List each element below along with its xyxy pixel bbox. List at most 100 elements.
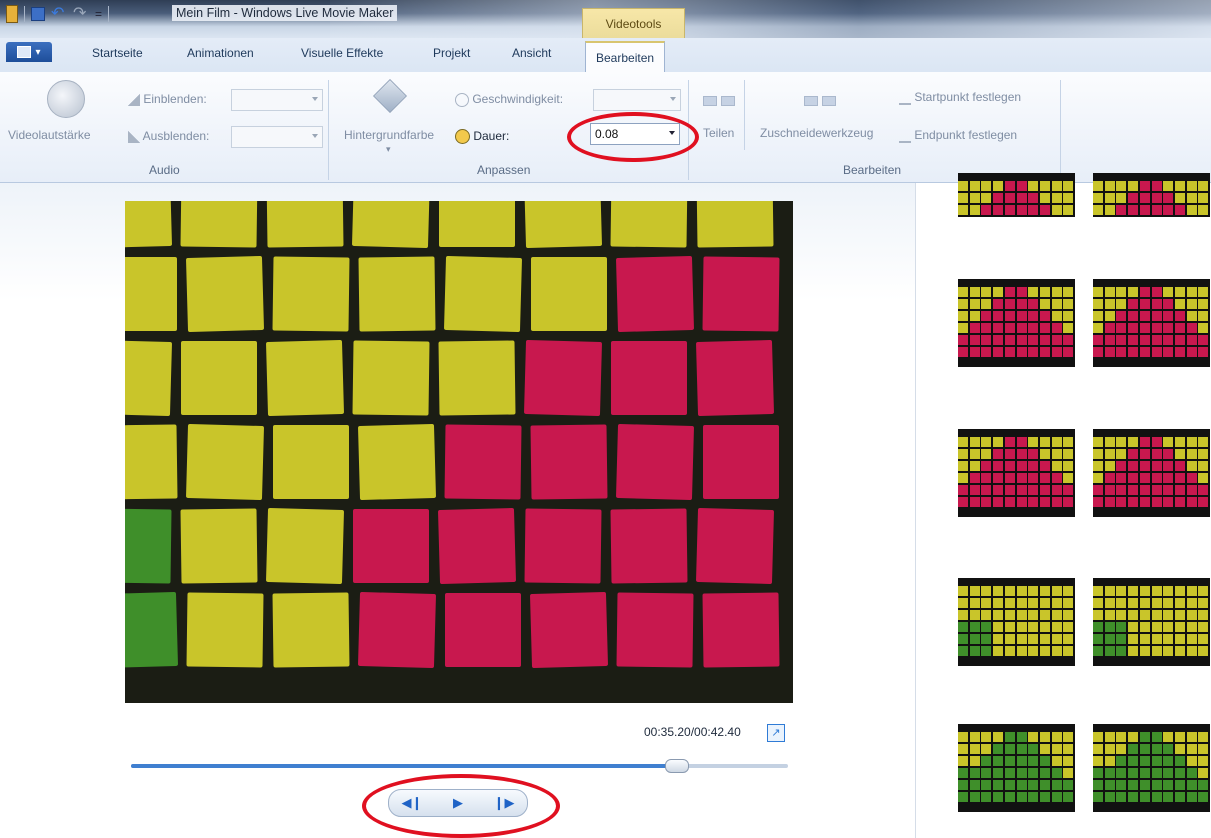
thumbnail-tile: [1174, 461, 1185, 471]
thumbnail-tile: [1116, 347, 1127, 357]
expand-icon[interactable]: ↗: [767, 724, 785, 742]
fade-out-dropdown[interactable]: [231, 126, 323, 148]
thumbnail-tile: [1104, 598, 1115, 608]
thumbnail-tile: [1039, 193, 1050, 203]
thumbnail-tile: [993, 287, 1004, 297]
storyboard-thumbnail[interactable]: [958, 429, 1075, 517]
thumbnail-tile: [993, 449, 1004, 459]
thumbnail-tile: [1198, 634, 1209, 644]
thumbnail-tile: [1093, 335, 1103, 345]
fade-in-label: Einblenden:: [128, 92, 207, 106]
thumbnail-tile: [1104, 732, 1115, 742]
thumbnail-tile: [1163, 299, 1174, 309]
thumbnail-tile: [1051, 473, 1062, 483]
thumbnail-tile: [1139, 622, 1150, 632]
thumbnail-tile: [1116, 311, 1127, 321]
set-start-point-button[interactable]: Startpunkt festlegen: [899, 90, 1021, 105]
thumbnail-tile: [1174, 473, 1185, 483]
thumbnail-tile: [1198, 485, 1209, 495]
trim-tool-button[interactable]: Zuschneidewerkzeug: [760, 126, 873, 140]
storyboard-thumbnail[interactable]: [958, 279, 1075, 367]
thumbnail-tile: [1174, 792, 1185, 802]
thumbnail-tile: [1016, 610, 1027, 620]
group-label-bearbeiten: Bearbeiten: [843, 163, 902, 177]
thumbnail-tile: [1139, 485, 1150, 495]
tab-bearbeiten[interactable]: Bearbeiten: [585, 41, 666, 74]
thumbnail-tile: [1104, 449, 1115, 459]
speaker-icon[interactable]: [47, 80, 85, 118]
video-preview[interactable]: [125, 201, 793, 703]
thumbnail-tile: [1151, 622, 1162, 632]
tab-animationen[interactable]: Animationen: [187, 46, 254, 60]
thumbnail-tile: [1163, 646, 1174, 656]
thumbnail-tile: [1116, 780, 1127, 790]
thumbnail-tile: [1039, 756, 1050, 766]
thumbnail-tile: [1051, 347, 1062, 357]
storyboard-thumbnail[interactable]: [958, 173, 1075, 217]
thumbnail-tile: [1093, 756, 1103, 766]
storyboard-thumbnail[interactable]: [1093, 279, 1210, 367]
sticky-note: [125, 424, 178, 500]
split-icon[interactable]: [703, 96, 737, 106]
thumbnail-tile: [1128, 473, 1139, 483]
thumbnail-tile: [1116, 449, 1127, 459]
tab-projekt[interactable]: Projekt: [433, 46, 470, 60]
thumbnail-tile: [993, 744, 1004, 754]
thumbnail-tile: [1163, 732, 1174, 742]
qat-customize-icon[interactable]: =: [95, 7, 102, 21]
thumbnail-tile: [1004, 586, 1015, 596]
thumbnail-tile: [1104, 299, 1115, 309]
thumbnail-tile: [1016, 299, 1027, 309]
thumbnail-tile: [1128, 497, 1139, 507]
split-button[interactable]: Teilen: [703, 126, 734, 140]
storyboard-thumbnail[interactable]: [1093, 429, 1210, 517]
thumbnail-tile: [1198, 193, 1209, 203]
storyboard-thumbnail[interactable]: [958, 578, 1075, 666]
paint-bucket-icon[interactable]: [373, 79, 407, 113]
thumbnail-tile: [1151, 634, 1162, 644]
thumbnail-tile: [1163, 586, 1174, 596]
tab-startseite[interactable]: Startseite: [92, 46, 143, 60]
file-menu-button[interactable]: ▾: [6, 42, 52, 62]
trim-tool-icon[interactable]: [804, 96, 838, 106]
thumbnail-tile: [1116, 622, 1127, 632]
storyboard-pane[interactable]: [915, 173, 1211, 838]
thumbnail-tile: [1063, 437, 1074, 447]
seek-bar[interactable]: [131, 759, 788, 773]
thumbnail-tile: [1163, 311, 1174, 321]
thumbnail-tile: [1093, 461, 1103, 471]
thumbnail-tile: [1039, 311, 1050, 321]
storyboard-thumbnail[interactable]: [1093, 173, 1210, 217]
chevron-down-icon[interactable]: ▾: [386, 144, 391, 155]
tab-visuelle-effekte[interactable]: Visuelle Effekte: [301, 46, 383, 60]
speed-dropdown[interactable]: [593, 89, 681, 111]
storyboard-thumbnail[interactable]: [1093, 724, 1210, 812]
thumbnail-tile: [1198, 335, 1209, 345]
thumbnail-tile: [1004, 744, 1015, 754]
thumbnail-tile: [1004, 646, 1015, 656]
redo-icon[interactable]: ↷: [73, 6, 89, 22]
app-icon[interactable]: [6, 5, 18, 23]
storyboard-thumbnail[interactable]: [958, 724, 1075, 812]
thumbnail-tile: [1198, 323, 1209, 333]
thumbnail-tile: [1151, 610, 1162, 620]
fade-in-dropdown[interactable]: [231, 89, 323, 111]
undo-icon[interactable]: ↶: [51, 6, 67, 22]
video-volume-button[interactable]: Videolautstärke: [8, 128, 91, 142]
save-icon[interactable]: [31, 7, 45, 21]
thumbnail-tile: [969, 744, 980, 754]
seek-bar-thumb[interactable]: [665, 759, 690, 773]
background-color-button[interactable]: Hintergrundfarbe: [344, 128, 434, 142]
thumbnail-tile: [1128, 646, 1139, 656]
set-end-point-button[interactable]: Endpunkt festlegen: [899, 128, 1017, 143]
thumbnail-tile: [1186, 461, 1197, 471]
thumbnail-tile: [1016, 768, 1027, 778]
thumbnail-tile: [1116, 323, 1127, 333]
sticky-note: [445, 593, 521, 667]
thumbnail-tile: [1139, 598, 1150, 608]
thumbnail-tile: [1139, 610, 1150, 620]
thumbnail-tile: [958, 311, 968, 321]
tab-ansicht[interactable]: Ansicht: [512, 46, 551, 60]
storyboard-thumbnail[interactable]: [1093, 578, 1210, 666]
thumbnail-tile: [1128, 586, 1139, 596]
